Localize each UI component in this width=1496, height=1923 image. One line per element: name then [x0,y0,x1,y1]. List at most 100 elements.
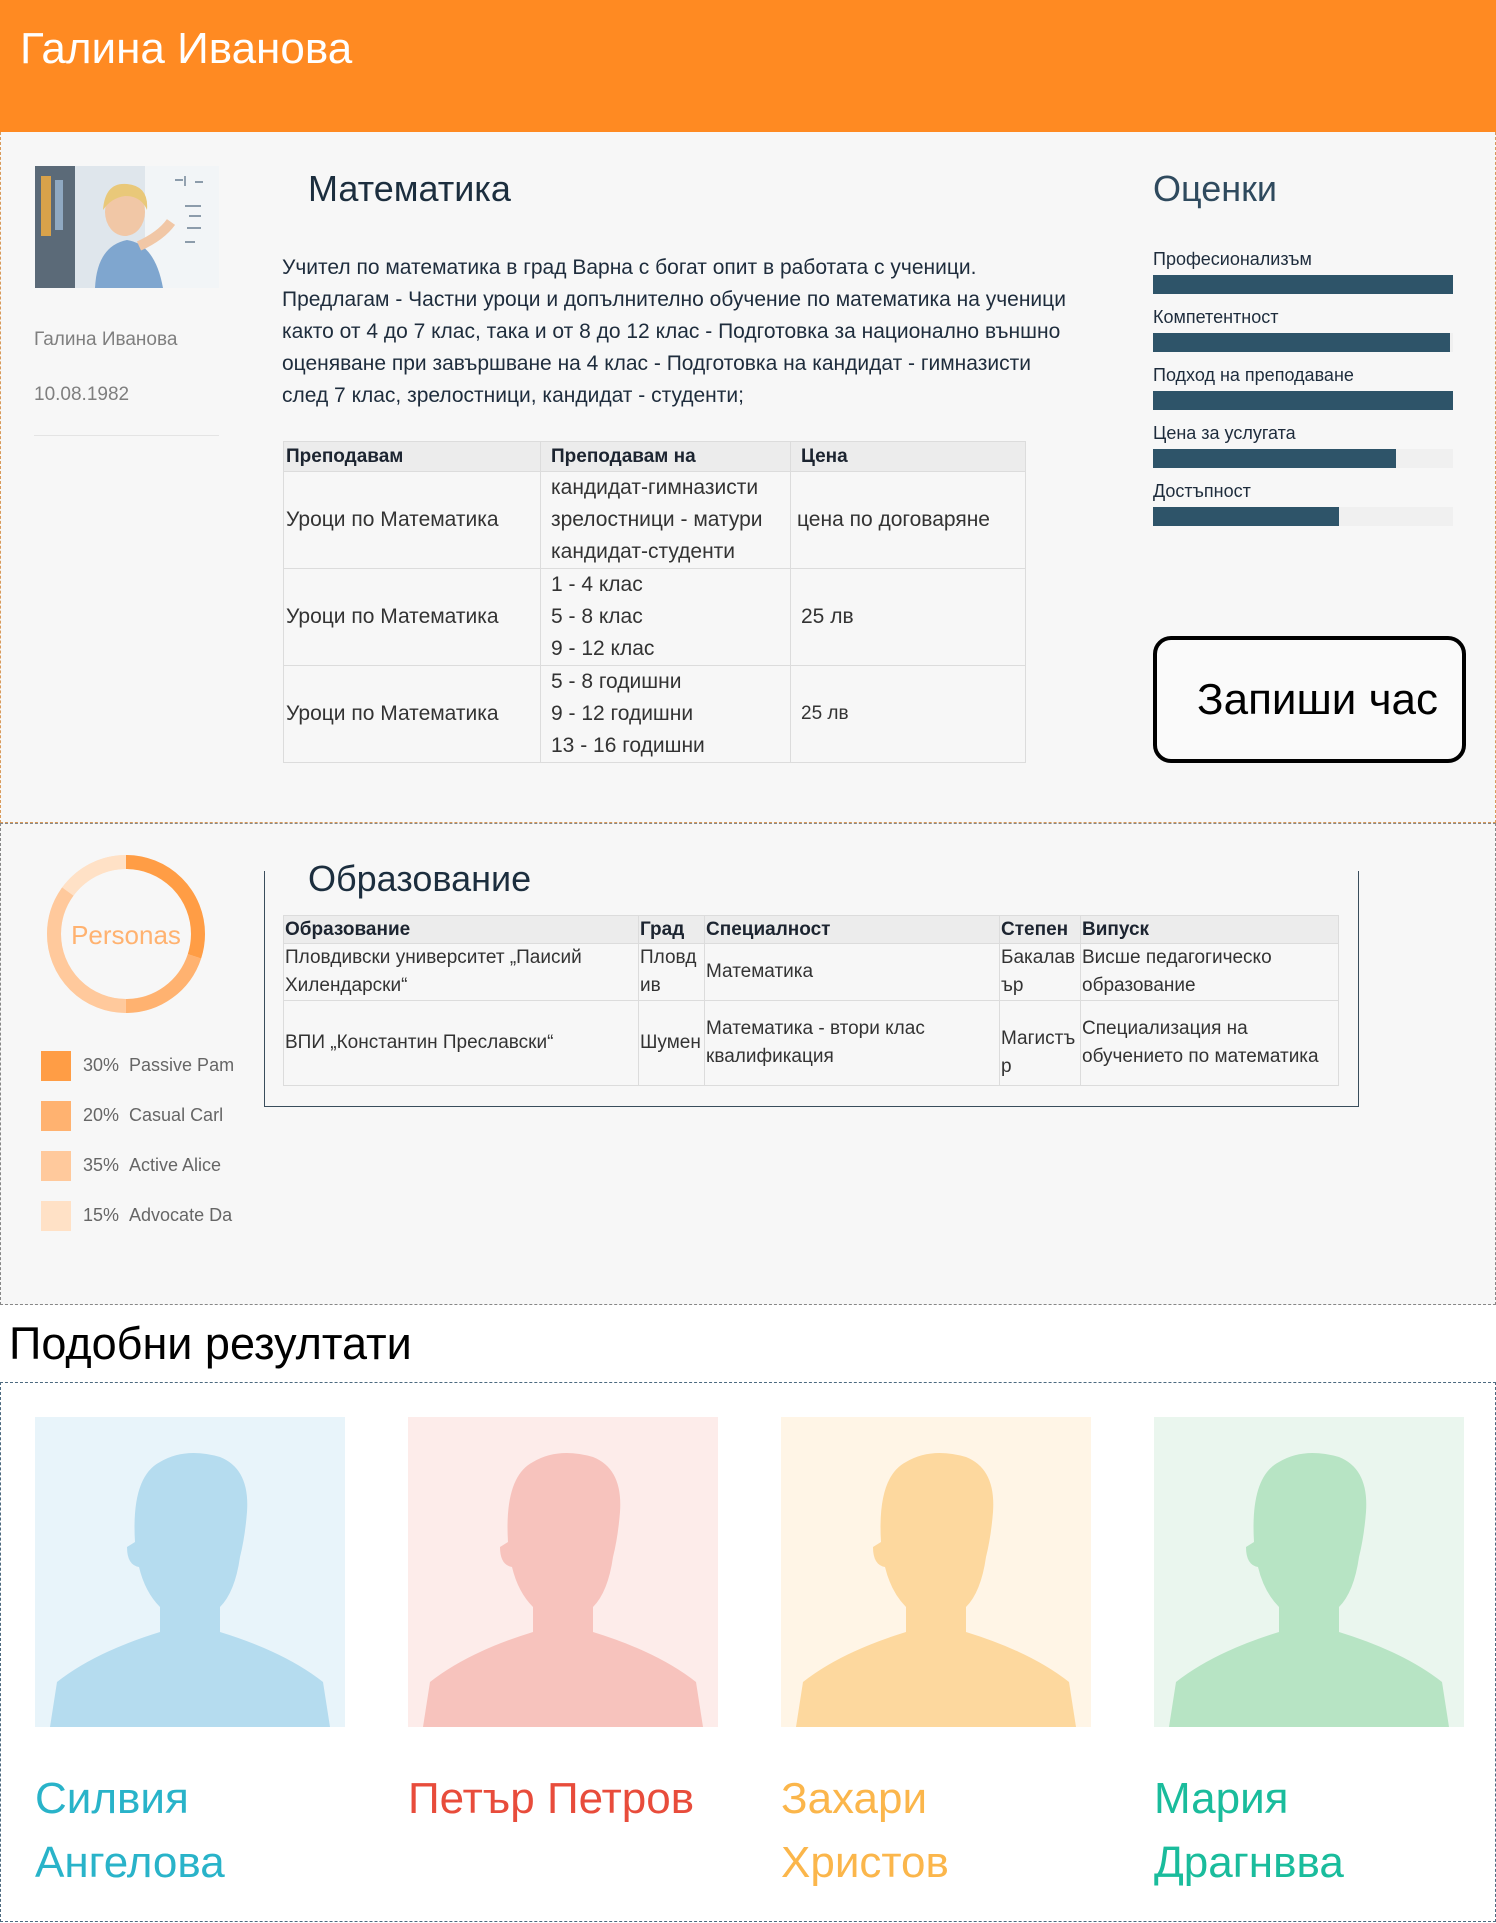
legend-text: 35% Active Alice [83,1155,233,1176]
rating-bar-track [1153,333,1453,352]
avatar[interactable] [781,1417,1091,1727]
rating-bar-track [1153,507,1453,526]
table-row: Уроци по Математика кандидат-гимназисти … [283,471,1026,569]
edu-graduation: Специализация на обучението по математик… [1080,1000,1339,1086]
education-table: Образование Град Специалност Степен Випу… [283,915,1339,1086]
legend-label: Advocate Dan [129,1205,233,1225]
legend-text: 15% Advocate Dan [83,1205,233,1226]
lesson-audience: 1 - 4 клас 5 - 8 клас 9 - 12 клас [540,568,791,666]
lesson-price: 25 лв [790,665,1026,763]
edu-header-graduation: Випуск [1080,915,1339,944]
rating-label: Професионализъм [1153,249,1312,269]
profile-name: Галина Иванова [34,329,178,350]
edu-degree: Бакалавър [999,943,1081,1001]
rating-bar-fill [1153,449,1396,468]
legend-swatch [41,1201,71,1231]
edu-degree: Магистър [999,1000,1081,1086]
rating-label: Компетентност [1153,307,1279,327]
rating-bar-track [1153,275,1453,294]
rating-label: Достъпност [1153,481,1251,501]
avatar[interactable] [408,1417,718,1727]
avatar[interactable] [1154,1417,1464,1727]
edu-school: ВПИ „Константин Преславски“ [283,1000,639,1086]
lessons-header-price: Цена [790,441,1026,472]
subject-title: Математика [308,168,511,209]
similar-card[interactable]: Петър Петров [408,1417,718,1831]
audience-line: 5 - 8 годишни [551,670,682,693]
rating-label: Цена за услугата [1153,423,1296,443]
similar-card[interactable]: Силвия Ангелова [35,1417,345,1895]
similar-person-name[interactable]: Петър Петров [408,1767,718,1831]
legend-percent: 35% [83,1155,120,1175]
person-silhouette-icon [35,1417,345,1727]
rating-item: Подход на преподаване [1153,365,1453,410]
edu-specialty: Математика [704,943,1000,1001]
edu-city: Пловдив [638,943,705,1001]
lesson-subject: Уроци по Математика [283,568,541,666]
rating-bar-fill [1153,333,1450,352]
similar-card[interactable]: Захари Христов [781,1417,1091,1895]
education-header-row: Образование Град Специалност Степен Випу… [283,915,1339,944]
lesson-audience: 5 - 8 годишни 9 - 12 годишни 13 - 16 год… [540,665,791,763]
education-section: Personas 30% Passive Pam 20% Casual Carl 3… [0,823,1496,1305]
lesson-price: цена по договаряне [790,471,1026,569]
lesson-subject: Уроци по Математика [283,471,541,569]
ratings-title: Оценки [1153,168,1277,209]
lesson-subject: Уроци по Математика [283,665,541,763]
edu-header-degree: Степен [999,915,1081,944]
rating-bar-fill [1153,275,1453,294]
lesson-price: 25 лв [790,568,1026,666]
avatar[interactable] [35,1417,345,1727]
profile-birthdate: 10.08.1982 [34,384,130,405]
edu-city: Шумен [638,1000,705,1086]
education-title: Образование [308,858,532,899]
similar-person-name[interactable]: Мария Драгнвва [1154,1767,1464,1895]
lessons-header-row: Преподавам Преподавам на Цена [283,441,1026,472]
lesson-audience: кандидат-гимназисти зрелостници - матури… [540,471,791,569]
similar-person-name[interactable]: Захари Христов [781,1767,1091,1895]
audience-line: 1 - 4 клас [551,573,643,596]
table-row: ВПИ „Константин Преславски“ Шумен Матема… [283,1000,1339,1086]
edu-header-city: Град [638,915,705,944]
audience-line: 9 - 12 клас [551,637,655,660]
person-silhouette-icon [1154,1417,1464,1727]
subject-description: Учител по математика в град Варна с бога… [282,256,1066,407]
legend-text: 20% Casual Carl [83,1105,233,1126]
legend-text: 30% Passive Pam [83,1055,233,1076]
audience-line: 5 - 8 клас [551,605,643,628]
edu-header-school: Образование [283,915,639,944]
similar-person-name[interactable]: Силвия Ангелова [35,1767,345,1895]
lessons-header-audience: Преподавам на [540,441,791,472]
rating-bar-track [1153,391,1453,410]
audience-line: кандидат-студенти [551,540,736,563]
donut-center-label: Personas [71,920,181,950]
table-row: Пловдивски университет „Паисий Хилендарс… [283,943,1339,1001]
book-lesson-button[interactable]: Запиши час [1153,636,1466,763]
person-silhouette-icon [408,1417,718,1727]
teacher-name-title: Галина Иванова [20,24,353,73]
personas-donut-chart: Personas [47,855,205,1013]
audience-line: 9 - 12 годишни [551,702,694,725]
rating-bar-fill [1153,391,1453,410]
legend-label: Passive Pam [129,1055,233,1075]
table-row: Уроци по Математика 1 - 4 клас 5 - 8 кла… [283,568,1026,666]
profile-divider [34,435,219,436]
rating-item: Достъпност [1153,481,1453,526]
edu-school: Пловдивски университет „Паисий Хилендарс… [283,943,639,1001]
legend-percent: 15% [83,1205,120,1225]
rating-item: Цена за услугата [1153,423,1453,468]
legend-label: Active Alice [129,1155,222,1175]
lessons-table: Преподавам Преподавам на Цена Уроци по М… [283,441,1026,763]
legend-swatch [41,1051,71,1081]
lessons-header-subject: Преподавам [283,441,541,472]
audience-line: кандидат-гимназисти [551,476,759,499]
audience-line: 13 - 16 годишни [551,734,705,757]
edu-graduation: Висше педагогическо образование [1080,943,1339,1001]
similar-results-title: Подобни резултати [9,1318,412,1369]
rating-item: Професионализъм [1153,249,1453,294]
table-row: Уроци по Математика 5 - 8 годишни 9 - 12… [283,665,1026,763]
legend-percent: 30% [83,1055,120,1075]
similar-card[interactable]: Мария Драгнвва [1154,1417,1464,1895]
similar-results-section: Силвия Ангелова Петър Петров Захари Хрис… [0,1382,1496,1922]
rating-item: Компетентност [1153,307,1453,352]
